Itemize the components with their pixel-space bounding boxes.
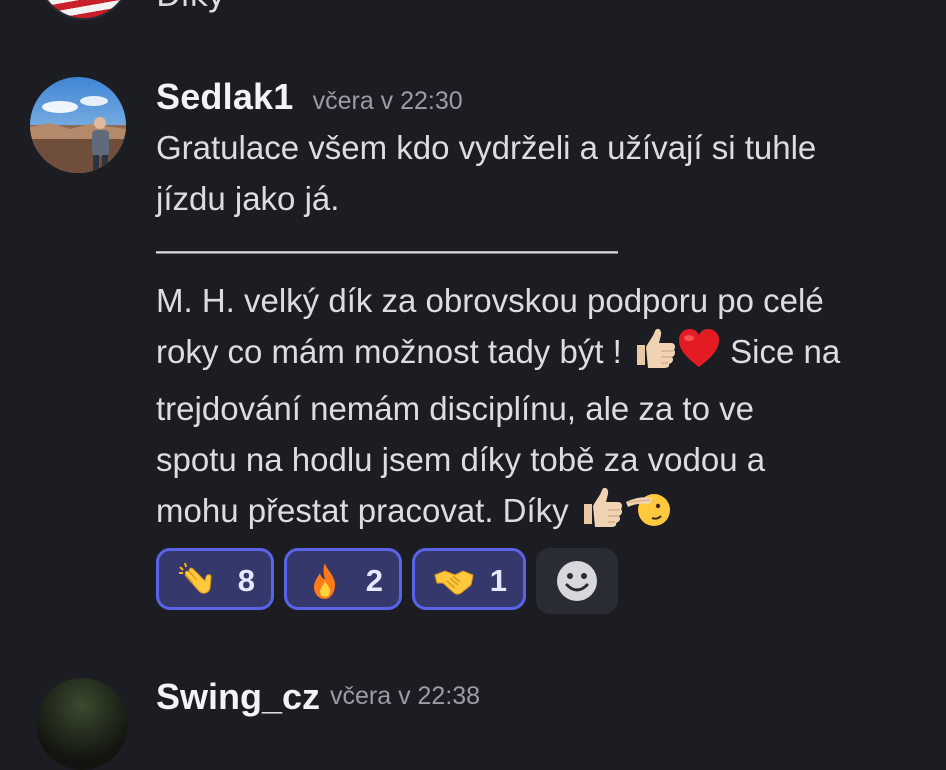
smiley-icon <box>557 561 597 601</box>
message-text: mohu přestat pracovat. Díky <box>156 492 569 529</box>
add-reaction-button[interactable] <box>536 548 618 614</box>
message-line: roky co mám možnost tady být ! Sice na <box>156 326 926 383</box>
handshake-icon <box>433 561 474 601</box>
message-line: jízdu jako já. <box>156 180 340 217</box>
reaction-fire[interactable]: 2 <box>284 548 402 610</box>
reaction-handshake[interactable]: 1 <box>412 548 526 610</box>
reaction-count: 2 <box>365 563 383 598</box>
username[interactable]: Sedlak1 <box>156 76 294 117</box>
previous-message: Díky <box>0 0 946 30</box>
thumbs-up-emoji <box>578 486 624 542</box>
avatar[interactable] <box>36 0 132 20</box>
red-heart-emoji <box>677 327 721 383</box>
username[interactable]: Swing_cz <box>156 676 320 718</box>
message-text: Díky <box>156 0 226 14</box>
message-line: trejdování nemám disciplínu, ale za to v… <box>156 390 754 427</box>
message-line: —————————————— <box>156 231 618 268</box>
avatar[interactable] <box>36 678 128 770</box>
timestamp: včera v 22:38 <box>330 682 481 710</box>
fire-icon <box>305 561 345 601</box>
timestamp: včera v 22:30 <box>312 87 463 115</box>
next-message: Swing_cz včera v 22:38 <box>0 660 946 770</box>
message-body: Gratulace všem kdo vydrželi a užívají si… <box>156 122 926 542</box>
message-header: Sedlak1 včera v 22:30 <box>156 76 463 118</box>
reaction-count: 8 <box>237 563 255 598</box>
reaction-count: 1 <box>489 563 507 598</box>
thumbs-up-emoji <box>631 327 677 383</box>
message-line: Gratulace všem kdo vydrželi a užívají si… <box>156 129 817 166</box>
message-line: mohu přestat pracovat. Díky <box>156 485 926 542</box>
avatar[interactable] <box>30 77 126 173</box>
message-line: spotu na hodlu jsem díky tobě za vodou a <box>156 441 766 478</box>
clapping-hands-icon <box>177 561 217 601</box>
message-text: roky co mám možnost tady být ! <box>156 333 622 370</box>
saluting-face-emoji <box>624 486 670 542</box>
message-line: M. H. velký dík za obrovskou podporu po … <box>156 282 824 319</box>
message-text: Sice na <box>730 333 841 370</box>
reaction-clapping-hands[interactable]: 8 <box>156 548 274 610</box>
